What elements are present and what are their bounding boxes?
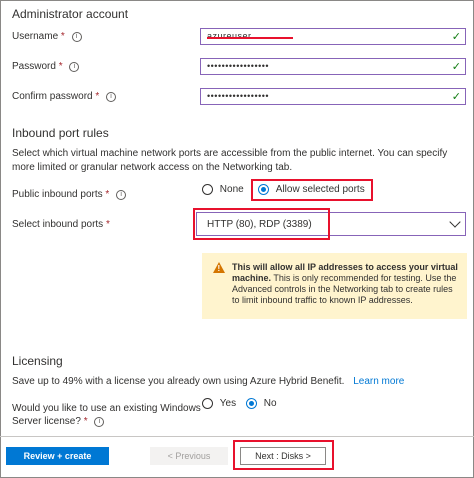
radio-license-no[interactable]: No xyxy=(246,398,277,409)
radio-none[interactable]: None xyxy=(202,184,244,195)
password-label: Password * i xyxy=(12,61,80,72)
highlight-box xyxy=(233,440,334,470)
licensing-description: Save up to 49% with a license you alread… xyxy=(12,375,404,389)
radio-yes-circle[interactable] xyxy=(202,398,213,409)
radio-none-circle[interactable] xyxy=(202,184,213,195)
required-mark: * xyxy=(95,91,100,102)
warning-text: This will allow all IP addresses to acce… xyxy=(232,262,462,306)
username-value: azureuser xyxy=(207,31,252,41)
footer-divider xyxy=(0,436,474,437)
password-label-text: Password xyxy=(12,61,56,72)
info-icon[interactable]: i xyxy=(69,62,80,72)
section-heading-licensing: Licensing xyxy=(12,354,63,368)
confirm-label-text: Confirm password xyxy=(12,91,93,102)
select-ports-label-text: Select inbound ports xyxy=(12,219,104,230)
check-icon: ✓ xyxy=(451,61,461,73)
inbound-description: Select which virtual machine network por… xyxy=(12,148,448,173)
section-heading-admin: Administrator account xyxy=(12,7,129,21)
license-question: Would you like to use an existing Window… xyxy=(12,402,201,428)
check-icon: ✓ xyxy=(451,91,461,103)
confirm-password-input[interactable]: ••••••••••••••••• ✓ xyxy=(200,88,466,105)
confirm-password-label: Confirm password * i xyxy=(12,91,117,102)
radio-yes-label: Yes xyxy=(219,398,237,409)
previous-button[interactable]: < Previous xyxy=(150,447,228,465)
license-question-line1: Would you like to use an existing Window… xyxy=(12,403,201,414)
chevron-down-icon[interactable] xyxy=(449,216,461,228)
license-question-line2-text: Server license? xyxy=(12,416,81,427)
licensing-description-text: Save up to 49% with a license you alread… xyxy=(12,376,345,387)
warning-banner: ! This will allow all IP addresses to ac… xyxy=(202,253,467,319)
select-ports-label: Select inbound ports * xyxy=(12,219,110,230)
username-input[interactable]: azureuser ✓ xyxy=(200,28,466,45)
required-mark: * xyxy=(60,31,65,42)
check-icon: ✓ xyxy=(451,31,461,43)
review-create-button[interactable]: Review + create xyxy=(6,447,109,465)
public-inbound-label: Public inbound ports * i xyxy=(12,189,127,200)
required-mark: * xyxy=(105,219,110,230)
highlight-box xyxy=(193,208,330,240)
public-inbound-label-text: Public inbound ports xyxy=(12,189,103,200)
radio-none-label: None xyxy=(219,184,244,195)
required-mark: * xyxy=(105,189,110,200)
warning-icon-mark: ! xyxy=(217,264,221,273)
section-heading-inbound: Inbound port rules xyxy=(12,126,109,140)
radio-no-label: No xyxy=(263,398,277,409)
password-value: ••••••••••••••••• xyxy=(207,61,270,71)
username-label-text: Username xyxy=(12,31,59,42)
confirm-password-value: ••••••••••••••••• xyxy=(207,91,270,101)
learn-more-link[interactable]: Learn more xyxy=(353,376,404,387)
required-mark: * xyxy=(83,416,88,427)
username-label: Username * i xyxy=(12,31,82,42)
info-icon[interactable]: i xyxy=(94,417,105,427)
info-icon[interactable]: i xyxy=(116,190,127,200)
radio-license-yes[interactable]: Yes xyxy=(202,398,236,409)
radio-no-circle[interactable] xyxy=(246,398,257,409)
password-input[interactable]: ••••••••••••••••• ✓ xyxy=(200,58,466,75)
license-question-line2: Server license? * i xyxy=(12,415,201,428)
info-icon[interactable]: i xyxy=(106,92,117,102)
required-mark: * xyxy=(58,61,63,72)
highlight-box xyxy=(251,179,373,201)
redaction-line xyxy=(207,37,293,39)
info-icon[interactable]: i xyxy=(71,32,82,42)
